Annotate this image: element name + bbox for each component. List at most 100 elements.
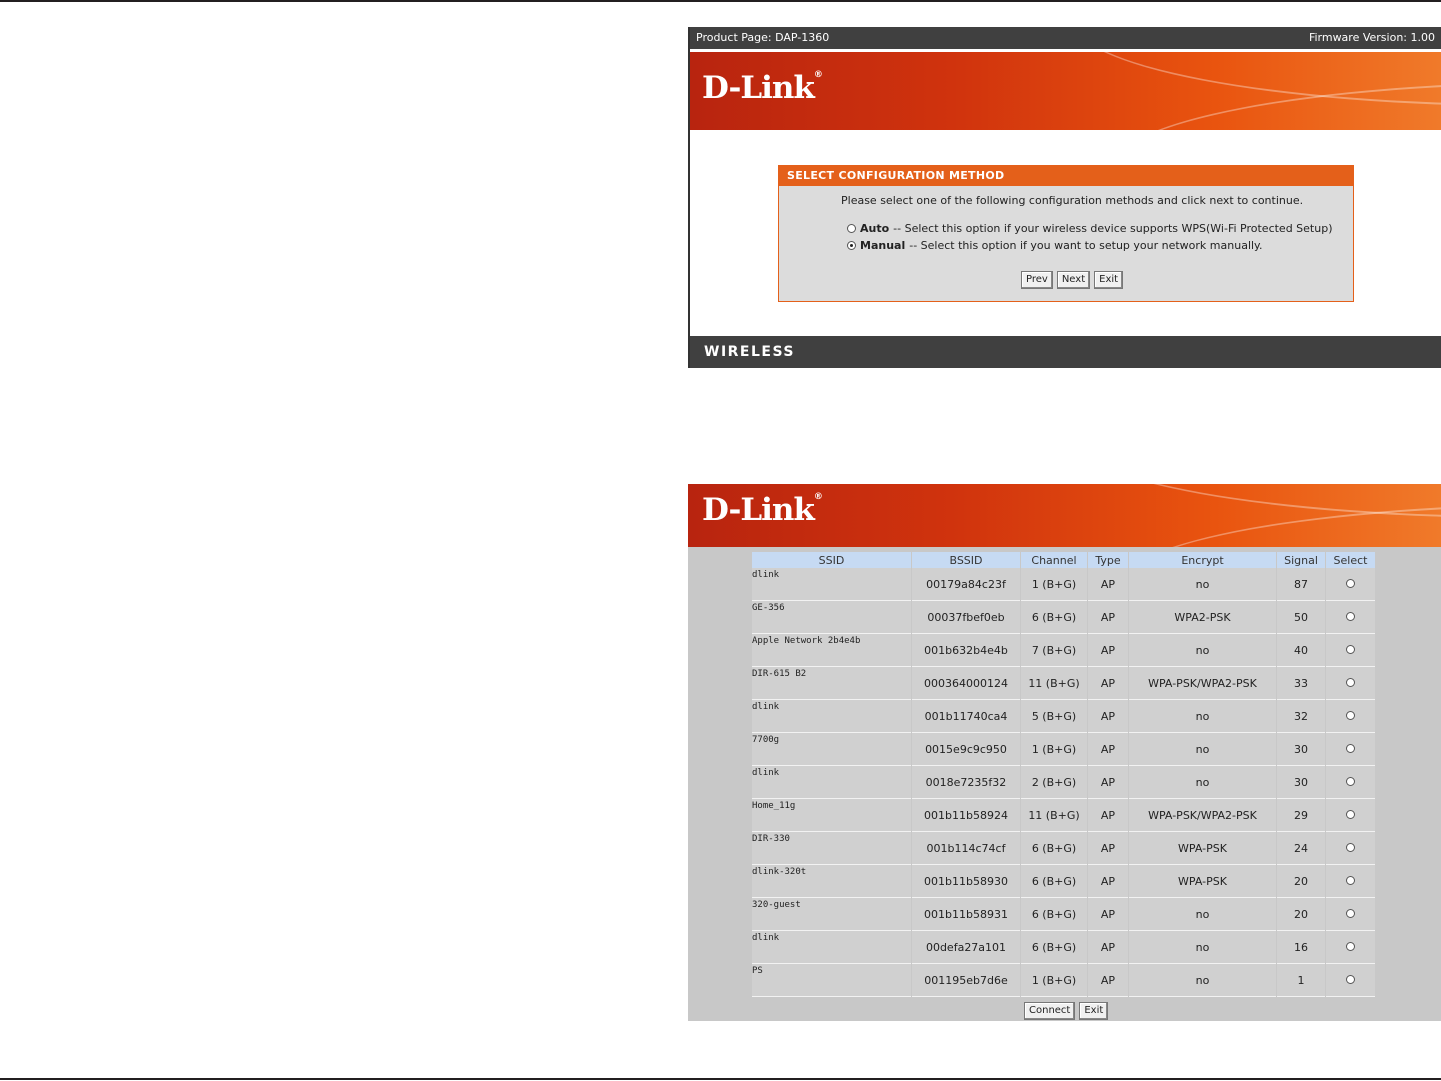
exit-button[interactable]: Exit bbox=[1094, 271, 1124, 289]
signal-cell: 50 bbox=[1277, 601, 1325, 634]
next-button[interactable]: Next bbox=[1056, 271, 1091, 289]
select-cell bbox=[1326, 667, 1375, 700]
ssid-cell: GE-356 bbox=[752, 601, 911, 634]
ssid-cell: dlink bbox=[752, 766, 911, 799]
channel-cell: 6 (B+G) bbox=[1021, 865, 1087, 898]
bssid-cell: 00179a84c23f bbox=[912, 568, 1020, 601]
table-row[interactable]: DIR-330 001b114c74cf 6 (B+G) AP WPA-PSK 24 bbox=[752, 832, 1375, 865]
type-cell: AP bbox=[1088, 964, 1128, 997]
select-radio[interactable] bbox=[1346, 809, 1355, 819]
option-manual[interactable]: Manual -- Select this option if you want… bbox=[847, 239, 1263, 252]
col-select: Select bbox=[1326, 552, 1375, 568]
bssid-cell: 001b11b58931 bbox=[912, 898, 1020, 931]
select-radio[interactable] bbox=[1346, 578, 1355, 588]
table-row[interactable]: GE-356 00037fbef0eb 6 (B+G) AP WPA2-PSK 50 bbox=[752, 601, 1375, 634]
encrypt-cell: WPA-PSK bbox=[1129, 832, 1276, 865]
bssid-cell: 0018e7235f32 bbox=[912, 766, 1020, 799]
option-auto[interactable]: Auto -- Select this option if your wirel… bbox=[847, 222, 1332, 235]
bssid-cell: 001195eb7d6e bbox=[912, 964, 1020, 997]
channel-cell: 1 (B+G) bbox=[1021, 568, 1087, 601]
type-cell: AP bbox=[1088, 832, 1128, 865]
select-cell bbox=[1326, 634, 1375, 667]
wizard-buttons: Prev Next Exit bbox=[1021, 271, 1124, 289]
table-row[interactable]: dlink 0018e7235f32 2 (B+G) AP no 30 bbox=[752, 766, 1375, 799]
table-row[interactable]: Home_11g 001b11b58924 11 (B+G) AP WPA-PSK/WP… bbox=[752, 799, 1375, 832]
signal-cell: 33 bbox=[1277, 667, 1325, 700]
radio-manual[interactable] bbox=[847, 241, 856, 250]
ssid-cell: dlink bbox=[752, 931, 911, 964]
table-row[interactable]: DIR-615 B2 000364000124 11 (B+G) AP WPA-PSK/… bbox=[752, 667, 1375, 700]
select-radio[interactable] bbox=[1346, 941, 1355, 951]
select-cell bbox=[1326, 601, 1375, 634]
channel-cell: 6 (B+G) bbox=[1021, 601, 1087, 634]
table-row[interactable]: dlink 001b11740ca4 5 (B+G) AP no 32 bbox=[752, 700, 1375, 733]
select-cell bbox=[1326, 865, 1375, 898]
dlink-banner: D-Link® bbox=[688, 484, 1441, 547]
option-auto-desc: -- Select this option if your wireless d… bbox=[893, 222, 1333, 235]
radio-auto[interactable] bbox=[847, 224, 856, 233]
type-cell: AP bbox=[1088, 733, 1128, 766]
option-manual-desc: -- Select this option if you want to set… bbox=[909, 239, 1263, 252]
type-cell: AP bbox=[1088, 865, 1128, 898]
select-radio[interactable] bbox=[1346, 842, 1355, 852]
channel-cell: 6 (B+G) bbox=[1021, 898, 1087, 931]
table-row[interactable]: PS 001195eb7d6e 1 (B+G) AP no 1 bbox=[752, 964, 1375, 997]
select-cell bbox=[1326, 568, 1375, 601]
select-radio[interactable] bbox=[1346, 974, 1355, 984]
connect-button[interactable]: Connect bbox=[1024, 1002, 1076, 1020]
encrypt-cell: WPA-PSK/WPA2-PSK bbox=[1129, 799, 1276, 832]
bssid-cell: 001b11b58930 bbox=[912, 865, 1020, 898]
signal-cell: 30 bbox=[1277, 766, 1325, 799]
col-type: Type bbox=[1088, 552, 1128, 568]
type-cell: AP bbox=[1088, 766, 1128, 799]
exit-button[interactable]: Exit bbox=[1079, 1002, 1109, 1020]
dlink-banner: D-Link® bbox=[690, 52, 1441, 130]
col-ssid: SSID bbox=[752, 552, 911, 568]
ssid-cell: Home_11g bbox=[752, 799, 911, 832]
col-encrypt: Encrypt bbox=[1129, 552, 1276, 568]
top-info-bar: Product Page: DAP-1360 Firmware Version:… bbox=[690, 27, 1441, 49]
signal-cell: 29 bbox=[1277, 799, 1325, 832]
table-row[interactable]: 320-guest 001b11b58931 6 (B+G) AP no 20 bbox=[752, 898, 1375, 931]
encrypt-cell: no bbox=[1129, 898, 1276, 931]
select-radio[interactable] bbox=[1346, 710, 1355, 720]
type-cell: AP bbox=[1088, 667, 1128, 700]
select-radio[interactable] bbox=[1346, 776, 1355, 786]
encrypt-cell: no bbox=[1129, 634, 1276, 667]
select-radio[interactable] bbox=[1346, 644, 1355, 654]
select-radio[interactable] bbox=[1346, 677, 1355, 687]
prev-button[interactable]: Prev bbox=[1021, 271, 1053, 289]
top-rule bbox=[0, 0, 1441, 2]
table-row[interactable]: Apple Network 2b4e4b 001b632b4e4b 7 (B+G) A… bbox=[752, 634, 1375, 667]
signal-cell: 30 bbox=[1277, 733, 1325, 766]
select-radio[interactable] bbox=[1346, 743, 1355, 753]
channel-cell: 1 (B+G) bbox=[1021, 733, 1087, 766]
dlink-logo: D-Link® bbox=[702, 492, 823, 528]
select-cell bbox=[1326, 832, 1375, 865]
ssid-cell: dlink bbox=[752, 700, 911, 733]
table-row[interactable]: dlink-320t 001b11b58930 6 (B+G) AP WPA-PSK 20 bbox=[752, 865, 1375, 898]
firmware-version-label: Firmware Version: 1.00 bbox=[1308, 31, 1435, 44]
select-radio[interactable] bbox=[1346, 611, 1355, 621]
bssid-cell: 000364000124 bbox=[912, 667, 1020, 700]
panel-intro: Please select one of the following confi… bbox=[841, 194, 1304, 207]
wireless-footer: WIRELESS bbox=[690, 336, 1441, 368]
signal-cell: 24 bbox=[1277, 832, 1325, 865]
site-survey-table: SSID BSSID Channel Type Encrypt Signal S… bbox=[751, 552, 1376, 997]
encrypt-cell: no bbox=[1129, 733, 1276, 766]
ssid-cell: dlink bbox=[752, 568, 911, 601]
select-radio[interactable] bbox=[1346, 908, 1355, 918]
ssid-cell: DIR-330 bbox=[752, 832, 911, 865]
encrypt-cell: WPA-PSK bbox=[1129, 865, 1276, 898]
channel-cell: 11 (B+G) bbox=[1021, 799, 1087, 832]
table-row[interactable]: dlink 00179a84c23f 1 (B+G) AP no 87 bbox=[752, 568, 1375, 601]
encrypt-cell: no bbox=[1129, 766, 1276, 799]
table-row[interactable]: dlink 00defa27a101 6 (B+G) AP no 16 bbox=[752, 931, 1375, 964]
table-row[interactable]: 7700g 0015e9c9c950 1 (B+G) AP no 30 bbox=[752, 733, 1375, 766]
config-method-screenshot: Product Page: DAP-1360 Firmware Version:… bbox=[688, 27, 1441, 368]
ssid-cell: DIR-615 B2 bbox=[752, 667, 911, 700]
type-cell: AP bbox=[1088, 700, 1128, 733]
select-radio[interactable] bbox=[1346, 875, 1355, 885]
ssid-cell: dlink-320t bbox=[752, 865, 911, 898]
select-cell bbox=[1326, 799, 1375, 832]
